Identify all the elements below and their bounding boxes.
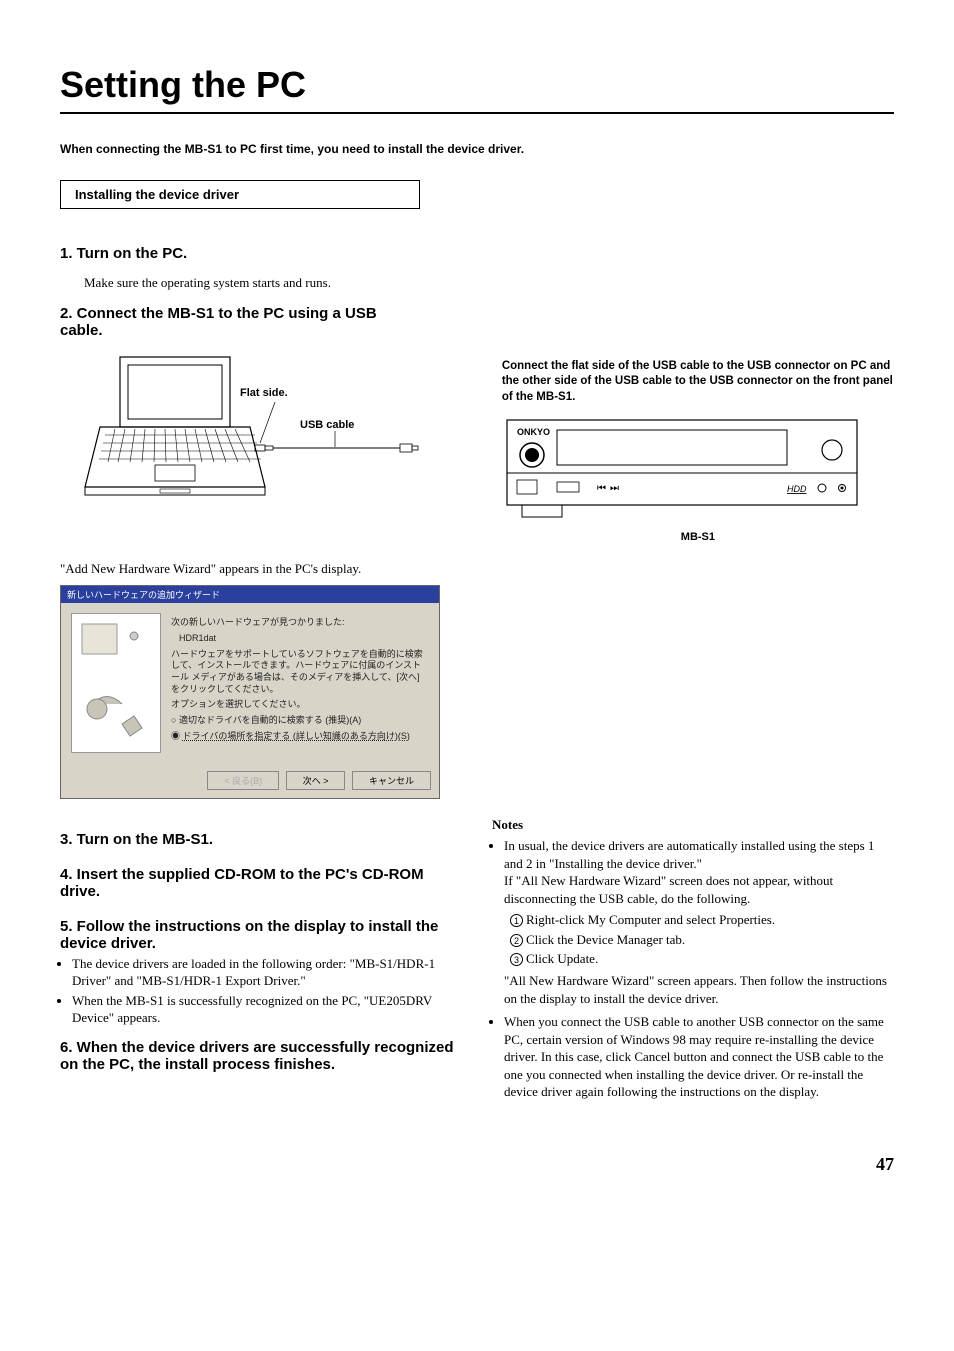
- wizard-line3: ハードウェアをサポートしているソフトウェアを自動的に検索して、インストールできま…: [171, 649, 429, 696]
- wizard-opt2: ◉ ドライバの場所を指定する (詳しい知識のある方向け)(S): [171, 731, 429, 743]
- step-3-heading: 3. Turn on the MB-S1.: [60, 831, 462, 848]
- wizard-line4: オプションを選択してください。: [171, 699, 429, 711]
- wizard-back-button[interactable]: < 戻る(B): [207, 771, 279, 790]
- wizard-window: 新しいハードウェアの追加ウィザード 次の新しいハードウェアが見つかりました: H…: [60, 585, 440, 799]
- wizard-titlebar: 新しいハードウェアの追加ウィザード: [61, 586, 439, 603]
- page-number: 47: [60, 1154, 894, 1175]
- onkyo-label: ONKYO: [517, 427, 550, 437]
- wizard-cancel-button[interactable]: キャンセル: [352, 771, 431, 790]
- svg-text:⏮: ⏮: [597, 483, 606, 494]
- page-title: Setting the PC: [60, 64, 894, 114]
- notes-heading: Notes: [492, 817, 894, 833]
- wizard-sidebar-image: [71, 613, 161, 753]
- step-2-after: "Add New Hardware Wizard" appears in the…: [60, 561, 894, 577]
- note-1-sub-1: 1Right-click My Computer and select Prop…: [510, 911, 894, 929]
- step-2-right-note: Connect the flat side of the USB cable t…: [502, 359, 894, 406]
- wizard-line2: HDR1dat: [179, 633, 429, 645]
- mbs1-illustration: ONKYO ⏮ ⏭ HDD: [502, 415, 862, 525]
- step-2-heading: 2. Connect the MB-S1 to the PC using a U…: [60, 305, 420, 339]
- step-1-heading: 1. Turn on the PC.: [60, 245, 894, 262]
- step-4-heading: 4. Insert the supplied CD-ROM to the PC'…: [60, 866, 462, 900]
- label-usb-cable: USB cable: [300, 419, 354, 431]
- note-1: In usual, the device drivers are automat…: [504, 837, 894, 1007]
- intro-text: When connecting the MB-S1 to PC first ti…: [60, 142, 894, 156]
- mbs1-caption: MB-S1: [502, 531, 894, 543]
- label-flat-side: Flat side.: [240, 387, 288, 399]
- wizard-line1: 次の新しいハードウェアが見つかりました:: [171, 617, 429, 629]
- laptop-illustration: [60, 347, 440, 517]
- note-1-sub-3: 3Click Update.: [510, 950, 894, 968]
- step-5-bullet-1: The device drivers are loaded in the fol…: [72, 956, 462, 990]
- step-1-sub: Make sure the operating system starts an…: [84, 275, 894, 291]
- hdd-label: HDD: [787, 484, 807, 494]
- wizard-next-button[interactable]: 次へ >: [286, 771, 346, 790]
- svg-text:⏭: ⏭: [610, 483, 619, 494]
- step-6-heading: 6. When the device drivers are successfu…: [60, 1039, 462, 1073]
- figure-laptop: Flat side. USB cable: [60, 347, 472, 517]
- step-5-heading: 5. Follow the instructions on the displa…: [60, 918, 462, 952]
- step-5-bullet-2: When the MB-S1 is successfully recognize…: [72, 993, 462, 1027]
- note-2: When you connect the USB cable to anothe…: [504, 1013, 894, 1101]
- note-1-sub-2: 2Click the Device Manager tab.: [510, 931, 894, 949]
- wizard-opt1: ○ 適切なドライバを自動的に検索する (推奨)(A): [171, 715, 429, 727]
- section-heading-box: Installing the device driver: [60, 180, 420, 209]
